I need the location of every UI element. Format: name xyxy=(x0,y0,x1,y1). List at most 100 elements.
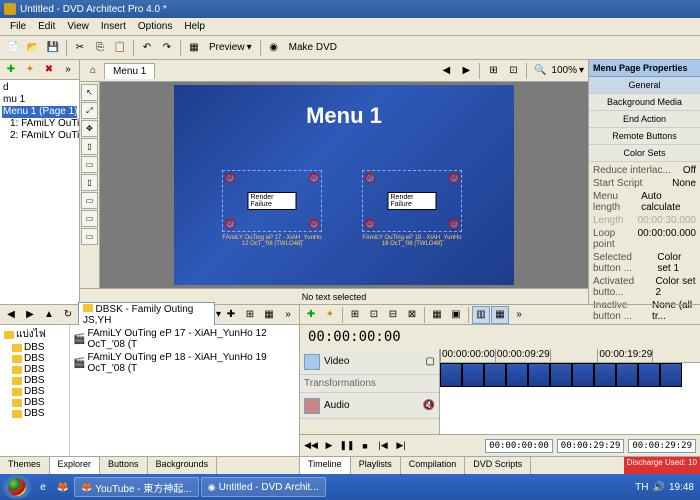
task-item-youtube[interactable]: 🦊YouTube - 東方神起... xyxy=(74,477,199,497)
tree-root[interactable]: d xyxy=(2,82,77,94)
transport-time-3[interactable]: 00:00:29:29 xyxy=(628,439,696,453)
align-t-icon[interactable]: ▭ xyxy=(81,192,98,209)
tl-d-icon[interactable]: ⊠ xyxy=(403,306,421,324)
folder-tree[interactable]: แบ่งไฟ DBS DBS DBS DBS DBS DBS DBS xyxy=(0,325,70,456)
tab-compilation[interactable]: Compilation xyxy=(401,457,466,474)
transport-time-1[interactable]: 00:00:00:00 xyxy=(485,439,553,453)
nav-tool-icon[interactable]: ✥ xyxy=(81,120,98,137)
align-r-icon[interactable]: ▯ xyxy=(81,174,98,191)
folder-item[interactable]: DBS xyxy=(2,375,67,386)
timecode-display[interactable]: 00:00:00:00 xyxy=(300,325,409,349)
menu-options[interactable]: Options xyxy=(132,19,178,34)
prop-row[interactable]: Start ScriptNone xyxy=(591,177,698,190)
size-tool-icon[interactable]: ⤢ xyxy=(81,102,98,119)
tab-explorer[interactable]: Explorer xyxy=(50,457,101,474)
redo-icon[interactable]: ↷ xyxy=(158,39,176,57)
tl-chevron-icon[interactable]: » xyxy=(510,306,528,324)
tab-playlists[interactable]: Playlists xyxy=(351,457,401,474)
preview-button[interactable]: Preview▾ xyxy=(205,42,256,53)
preview-icon[interactable]: ▦ xyxy=(185,39,203,57)
align-m-icon[interactable]: ▭ xyxy=(81,210,98,227)
tray-icon[interactable]: 🔊 xyxy=(653,482,665,493)
system-tray[interactable]: TH 🔊 19:48 xyxy=(631,482,698,493)
delete-icon[interactable]: ✖ xyxy=(40,61,58,79)
quick-ff-icon[interactable]: 🦊 xyxy=(54,478,72,496)
menu-view[interactable]: View xyxy=(61,19,95,34)
menu-insert[interactable]: Insert xyxy=(95,19,132,34)
zoom-icon[interactable]: 🔍 xyxy=(531,62,549,80)
folder-item[interactable]: DBS xyxy=(2,397,67,408)
stop-icon[interactable]: ■ xyxy=(358,439,372,453)
zoom-value[interactable]: 100% xyxy=(551,65,577,76)
menu-file[interactable]: File xyxy=(4,19,32,34)
tab-themes[interactable]: Themes xyxy=(0,457,50,474)
file-list[interactable]: 🎬FAmiLY OuTing eP 17 - XiAH_YunHo 12 OcT… xyxy=(70,325,299,456)
back-icon[interactable]: ◀ xyxy=(2,306,20,324)
button-caption-1[interactable]: FAmiLY OuTing eP 17 - XiAH_YunHo 12 OcT_… xyxy=(222,235,322,247)
fwd-icon[interactable]: ▶ xyxy=(21,306,39,324)
folder-item[interactable]: DBS xyxy=(2,342,67,353)
nav-fwd-icon[interactable]: ▶ xyxy=(457,62,475,80)
tree-item-2[interactable]: 2: FAmiLY OuTing eP 1 xyxy=(2,130,77,142)
align-l-icon[interactable]: ▯ xyxy=(81,138,98,155)
tl-a-icon[interactable]: ⊞ xyxy=(346,306,364,324)
tool-b-icon[interactable]: ⊡ xyxy=(504,62,522,80)
play-icon[interactable]: ▶ xyxy=(322,439,336,453)
tl-add-icon[interactable]: ✚ xyxy=(302,306,320,324)
save-icon[interactable]: 💾 xyxy=(44,39,62,57)
tl-grid-icon[interactable]: ▦ xyxy=(491,306,509,324)
folder-item[interactable]: DBS xyxy=(2,408,67,419)
make-dvd-button[interactable]: Make DVD xyxy=(285,42,341,53)
tab-scripts[interactable]: DVD Scripts xyxy=(465,457,531,474)
tab-buttons[interactable]: Buttons xyxy=(100,457,148,474)
nav-back-icon[interactable]: ◀ xyxy=(437,62,455,80)
tl-b-icon[interactable]: ⊡ xyxy=(365,306,383,324)
button-caption-2[interactable]: FAmiLY OuTing eP 18 - XiAH_YunHo 18 OcT_… xyxy=(362,235,462,247)
open-icon[interactable]: 📂 xyxy=(24,39,42,57)
section-bgmedia[interactable]: Background Media xyxy=(589,94,700,111)
pause-icon[interactable]: ❚❚ xyxy=(340,439,354,453)
section-general[interactable]: General xyxy=(589,77,700,94)
address-bar[interactable]: DBSK - Family Outing JS,YH xyxy=(78,302,215,328)
tab-backgrounds[interactable]: Backgrounds xyxy=(148,457,218,474)
align-c-icon[interactable]: ▭ xyxy=(81,156,98,173)
tool-a-icon[interactable]: ⊞ xyxy=(484,62,502,80)
canvas-stage[interactable]: Menu 1 Render Failure xyxy=(100,82,588,288)
video-clip[interactable] xyxy=(440,363,682,389)
start-button[interactable] xyxy=(2,475,32,499)
tl-star-icon[interactable]: ✦ xyxy=(321,306,339,324)
menu-button-1[interactable]: Render Failure xyxy=(222,170,322,232)
section-remote[interactable]: Remote Buttons xyxy=(589,128,700,145)
track-transform[interactable]: Transformations xyxy=(300,375,439,393)
menu-button-2[interactable]: Render Failure xyxy=(362,170,462,232)
prop-row[interactable]: Reduce interlac...Off xyxy=(591,164,698,177)
tree-menu[interactable]: mu 1 xyxy=(2,94,77,106)
addr-dd-icon[interactable]: ▾ xyxy=(216,309,221,320)
exp-a-icon[interactable]: ✚ xyxy=(222,306,240,324)
mute-icon[interactable]: 🔇 xyxy=(423,400,435,411)
section-endaction[interactable]: End Action xyxy=(589,111,700,128)
file-item[interactable]: 🎬FAmiLY OuTing eP 18 - XiAH_YunHo 19 OcT… xyxy=(72,351,297,375)
lang-indicator[interactable]: TH xyxy=(635,482,648,493)
undo-icon[interactable]: ↶ xyxy=(138,39,156,57)
align-b-icon[interactable]: ▭ xyxy=(81,228,98,245)
timeline-ruler[interactable]: 00:00:00:0000:00:09:2900:00:19:29 xyxy=(440,349,700,363)
menu-help[interactable]: Help xyxy=(178,19,211,34)
paste-icon[interactable]: 📋 xyxy=(111,39,129,57)
prop-row[interactable]: Length00:00:30.000 xyxy=(591,214,698,227)
task-item-dvd[interactable]: ◉Untitled - DVD Archit... xyxy=(201,477,326,497)
transport-time-2[interactable]: 00:00:29:29 xyxy=(557,439,625,453)
quick-ie-icon[interactable]: e xyxy=(34,478,52,496)
timeline-area[interactable]: 00:00:00:0000:00:09:2900:00:19:29 xyxy=(440,349,700,434)
prop-row[interactable]: Menu lengthAuto calculate xyxy=(591,190,698,214)
burn-icon[interactable]: ◉ xyxy=(265,39,283,57)
folder-item[interactable]: DBS xyxy=(2,386,67,397)
section-colorsets[interactable]: Color Sets xyxy=(589,145,700,162)
menu-edit[interactable]: Edit xyxy=(32,19,61,34)
new-icon[interactable]: 📄 xyxy=(4,39,22,57)
tree-page[interactable]: Menu 1 (Page 1) xyxy=(2,106,77,118)
prop-row[interactable]: Loop point00:00:00.000 xyxy=(591,227,698,251)
tl-f-icon[interactable]: ▣ xyxy=(447,306,465,324)
track-video[interactable]: Video▢ xyxy=(300,349,439,375)
zoom-dd-icon[interactable]: ▾ xyxy=(579,65,584,76)
